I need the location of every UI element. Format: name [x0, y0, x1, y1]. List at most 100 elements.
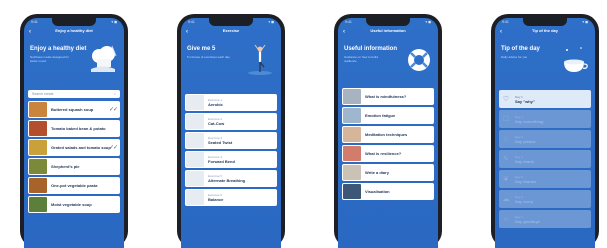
status-time: 9:41	[345, 20, 352, 24]
phone-tip-of-the-day: 9:41 ▾ ◼ ‹ Tip of the day Tip of the day…	[491, 14, 599, 248]
item-title: What is resilience?	[365, 151, 402, 156]
item-title: Write a diary	[365, 170, 389, 175]
search-icon: ⌕	[114, 92, 116, 96]
coffee-cup-icon	[564, 47, 588, 72]
back-icon[interactable]: ‹	[500, 28, 502, 36]
status-icons: ▾ ◼	[425, 20, 431, 24]
leaf-icon: ❦	[503, 176, 509, 183]
chat-icon: ☐	[502, 116, 510, 123]
exercise-thumbnail	[186, 171, 204, 186]
list-item[interactable]: Visualisation	[342, 183, 434, 200]
screen: 9:41 ▾ ◼ ‹ Enjoy a healthy diet Enjoy a …	[24, 18, 124, 248]
nav-bar: ‹ Tip of the day	[495, 28, 595, 38]
back-icon[interactable]: ‹	[186, 28, 188, 36]
item-title: Buttered squash soup	[51, 107, 94, 112]
item-title: Alternate Breathing	[208, 178, 246, 183]
back-icon[interactable]: ‹	[29, 28, 31, 36]
status-time: 9:41	[502, 20, 509, 24]
hero-subtitle: 5 minutes of exercises each day	[187, 55, 230, 59]
hero-title: Tip of the day	[501, 46, 540, 52]
meal-thumbnail	[29, 197, 47, 212]
sun-icon: ☼	[502, 215, 510, 223]
list-item[interactable]: ❦ Day 5 Say thanks	[499, 170, 591, 188]
list-item[interactable]: Meditation techniques	[342, 126, 434, 143]
list-item[interactable]: ♡ Day 1 Say "why"	[499, 90, 591, 108]
phone-useful-information: 9:41 ▾ ◼ ‹ Useful information Useful inf…	[334, 14, 442, 248]
list-item[interactable]: Moist vegetable soup	[28, 196, 120, 213]
exercise-thumbnail	[186, 190, 204, 205]
item-title: One-pot vegetable pasta	[51, 183, 98, 188]
item-title: Visualisation	[365, 189, 390, 194]
item-title: Seated Twist	[208, 140, 233, 145]
info-list: What is mindfulness? Emotion fatigue Med…	[342, 88, 434, 248]
list-item[interactable]: One-pot vegetable pasta	[28, 177, 120, 194]
list-item[interactable]: Exercise 6 Balance	[185, 189, 277, 206]
notch	[52, 18, 96, 26]
cloud-icon: ☁	[502, 196, 510, 203]
list-item[interactable]: Grated salads and tomato soup ✓✓	[28, 139, 120, 156]
item-title: Balance	[208, 197, 224, 202]
exercise-thumbnail	[186, 152, 204, 167]
item-title: Tomato baked bean & potato	[51, 126, 106, 131]
list-item[interactable]: What is resilience?	[342, 145, 434, 162]
list-item[interactable]: Shepherd's pie	[28, 158, 120, 175]
hero-title: Give me 5	[187, 46, 216, 52]
hero-subtitle: Guidance on how to build resilience	[344, 55, 378, 63]
checkmark-icon: ✓✓	[108, 145, 118, 151]
status-icons: ▾ ◼	[582, 20, 588, 24]
star-icon: ☆	[502, 136, 510, 143]
list-item[interactable]: Tomato baked bean & potato	[28, 120, 120, 137]
back-icon[interactable]: ‹	[343, 28, 345, 36]
list-item[interactable]: Write a diary	[342, 164, 434, 181]
hero: Give me 5 5 minutes of exercises each da…	[181, 40, 281, 86]
notch	[209, 18, 253, 26]
status-icons: ▾ ◼	[111, 20, 117, 24]
meal-thumbnail	[29, 121, 47, 136]
search-input[interactable]: Search meals ⌕	[28, 90, 120, 98]
info-thumbnail	[343, 165, 361, 180]
nav-title: Enjoy a healthy diet	[55, 28, 93, 33]
status-icons: ▾ ◼	[268, 20, 274, 24]
item-title: Say sorry	[515, 198, 534, 204]
list-item[interactable]: Exercise 1 Aerobic	[185, 94, 277, 111]
list-item[interactable]: ☁ Day 6 Say sorry	[499, 190, 591, 208]
item-title: Say thank	[515, 158, 534, 164]
item-title: Say goodbye	[515, 218, 540, 224]
hero: Tip of the day Daily advice for you	[495, 40, 595, 86]
list-item[interactable]: Exercise 4 Forward Bend	[185, 151, 277, 168]
list-item[interactable]: ☐ Day 2 Say something	[499, 110, 591, 128]
status-time: 9:41	[31, 20, 38, 24]
item-title: Grated salads and tomato soup	[51, 145, 111, 150]
search-placeholder: Search meals	[32, 92, 54, 96]
hero-title: Enjoy a healthy diet	[30, 46, 87, 52]
item-title: Say please	[515, 138, 536, 144]
item-title: What is mindfulness?	[365, 94, 407, 99]
list-item[interactable]: Buttered squash soup ✓✓	[28, 101, 120, 118]
list-item[interactable]: Emotion fatigue	[342, 107, 434, 124]
item-title: Say "why"	[515, 98, 535, 104]
nav-bar: ‹ Exercise	[181, 28, 281, 38]
info-thumbnail	[343, 89, 361, 104]
exercise-thumbnail	[186, 114, 204, 129]
yoga-figure-icon	[248, 44, 272, 75]
heart-icon: ♡	[502, 96, 510, 103]
item-title: Say something	[515, 118, 544, 124]
list-item[interactable]: What is mindfulness?	[342, 88, 434, 105]
hero-subtitle: Nutritious meals designed for better moo…	[30, 55, 69, 63]
list-item[interactable]: Exercise 3 Seated Twist	[185, 132, 277, 149]
list-item[interactable]: ☆ Day 3 Say please	[499, 130, 591, 148]
list-item[interactable]: Exercise 2 Cat-Cow	[185, 113, 277, 130]
item-title: Emotion fatigue	[365, 113, 396, 118]
list-item[interactable]: ☼ Day 7 Say goodbye	[499, 210, 591, 228]
hero: Useful information Guidance on how to bu…	[338, 40, 438, 86]
info-thumbnail	[343, 184, 361, 199]
nav-title: Exercise	[222, 28, 240, 33]
item-title: Cat-Cow	[208, 121, 225, 126]
info-thumbnail	[343, 108, 361, 123]
meal-thumbnail	[29, 178, 47, 193]
info-thumbnail	[343, 127, 361, 142]
list-item[interactable]: Exercise 5 Alternate Breathing	[185, 170, 277, 187]
exercise-thumbnail	[186, 133, 204, 148]
list-item[interactable]: ✎ Day 4 Say thank	[499, 150, 591, 168]
checkmark-icon: ✓✓	[108, 107, 118, 113]
